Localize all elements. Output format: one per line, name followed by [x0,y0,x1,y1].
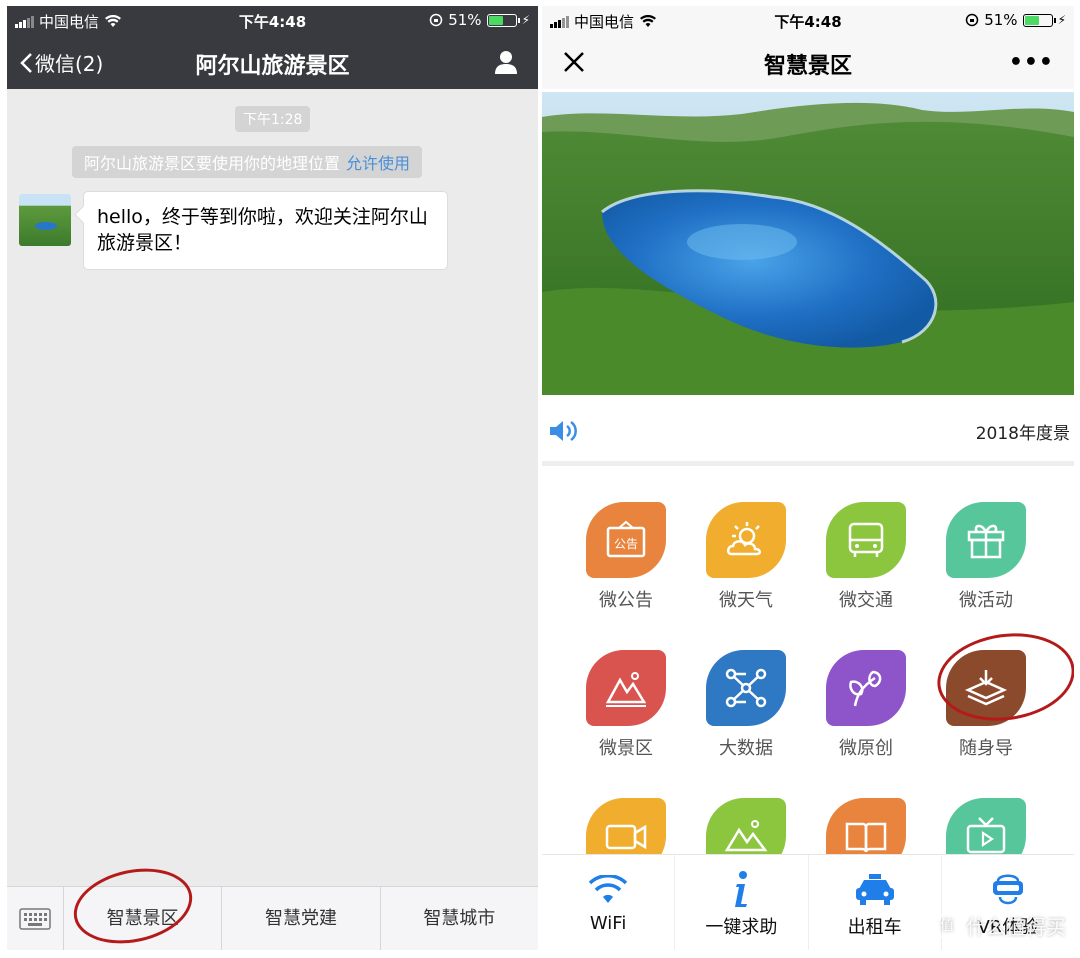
nav-bar: 智慧景区 ••• [542,42,1074,82]
weather-icon [706,502,786,578]
mountain-icon [586,650,666,726]
nav-bar: 微信(2) 阿尔山旅游景区 [7,42,538,82]
status-bar: 中国电信 下午4:48 51% ⚡ [7,6,538,34]
service-weather[interactable]: 微天气 [691,502,801,612]
avatar[interactable] [19,194,71,246]
watermark-logo: 值 [934,912,960,939]
charging-icon: ⚡ [1057,13,1066,27]
info-icon [735,871,748,907]
smart-scenic-screen: 中国电信 下午4:48 51% ⚡ 智慧景区 ••• 2018年度景 公告 微公… [542,6,1074,950]
service-activity[interactable]: 微活动 [931,502,1041,612]
service-label: 微原创 [839,738,893,759]
nav-label: 一键求助 [705,917,778,938]
wechat-header: 中国电信 下午4:48 51% ⚡ 微信(2) 阿尔山旅游景区 [7,6,538,89]
more-menu-icon[interactable]: ••• [1009,50,1054,75]
rotation-lock-icon [965,13,979,27]
permission-text: 阿尔山旅游景区要使用你的地理位置 [84,154,341,173]
service-scenic[interactable]: 微景区 [571,650,681,760]
wechat-chat-screen: 中国电信 下午4:48 51% ⚡ 微信(2) 阿尔山旅游景区 下午1:28 阿… [7,6,538,950]
watermark: 值 什么值得买 [934,911,1066,940]
service-label: 微景区 [599,738,653,759]
gift-icon [946,502,1026,578]
charging-icon: ⚡ [521,13,530,27]
location-permission-notice: 阿尔山旅游景区要使用你的地理位置 允许使用 [72,146,423,178]
keyboard-toggle[interactable] [7,887,64,950]
download-layers-icon [946,650,1026,726]
wifi-icon [588,875,628,903]
service-label: 随身导 [959,738,1013,759]
rotation-lock-icon [429,13,443,27]
announcement-badge: 公告 [614,537,638,551]
speaker-icon[interactable] [548,418,578,444]
service-label: 微交通 [839,590,893,611]
nav-label: 出租车 [847,917,902,938]
menu-item-smart-scenic[interactable]: 智慧景区 [64,887,223,950]
banner-image [542,92,1074,395]
chat-timestamp: 下午1:28 [235,106,311,132]
status-bar: 中国电信 下午4:48 51% ⚡ [542,6,1074,34]
service-traffic[interactable]: 微交通 [811,502,921,612]
bus-icon [826,502,906,578]
notice-bar: 2018年度景 [542,406,1074,458]
battery-percent: 51% [448,11,482,29]
service-announcement[interactable]: 公告 微公告 [571,502,681,612]
allow-location-link[interactable]: 允许使用 [346,154,410,173]
notice-text: 2018年度景 [975,424,1070,444]
service-guide[interactable]: 随身导 [931,650,1041,760]
battery-icon [486,13,520,27]
plant-icon [826,650,906,726]
divider [542,461,1074,466]
menu-item-smart-party[interactable]: 智慧党建 [222,887,381,950]
nav-label: WiFi [589,913,627,934]
nav-wifi[interactable]: WiFi [542,855,676,950]
service-label: 大数据 [719,738,773,759]
webview-header: 中国电信 下午4:48 51% ⚡ 智慧景区 ••• [542,6,1074,89]
profile-icon[interactable] [492,48,520,76]
announcement-icon: 公告 [586,502,666,578]
service-label: 微活动 [959,590,1013,611]
data-network-icon [706,650,786,726]
battery-percent: 51% [984,11,1018,29]
taxi-icon [855,874,894,905]
service-bigdata[interactable]: 大数据 [691,650,801,760]
status-right: 51% ⚡ [965,11,1066,29]
nav-taxi[interactable]: 出租车 [809,855,942,950]
nav-help[interactable]: 一键求助 [675,855,809,950]
service-label: 微公告 [599,590,653,611]
battery-icon [1022,13,1056,27]
status-right: 51% ⚡ [429,11,530,29]
service-label: 微天气 [719,590,773,611]
menu-item-smart-city[interactable]: 智慧城市 [381,887,538,950]
page-title: 阿尔山旅游景区 [195,54,350,79]
keyboard-icon [19,908,51,930]
service-original[interactable]: 微原创 [811,650,921,760]
vr-headset-icon [992,874,1023,905]
message-bubble: hello，终于等到你啦，欢迎关注阿尔山旅游景区！ [83,191,448,270]
official-account-menu: 智慧景区 智慧党建 智慧城市 [7,886,538,950]
watermark-text: 什么值得买 [966,915,1066,939]
page-title: 智慧景区 [763,54,852,79]
